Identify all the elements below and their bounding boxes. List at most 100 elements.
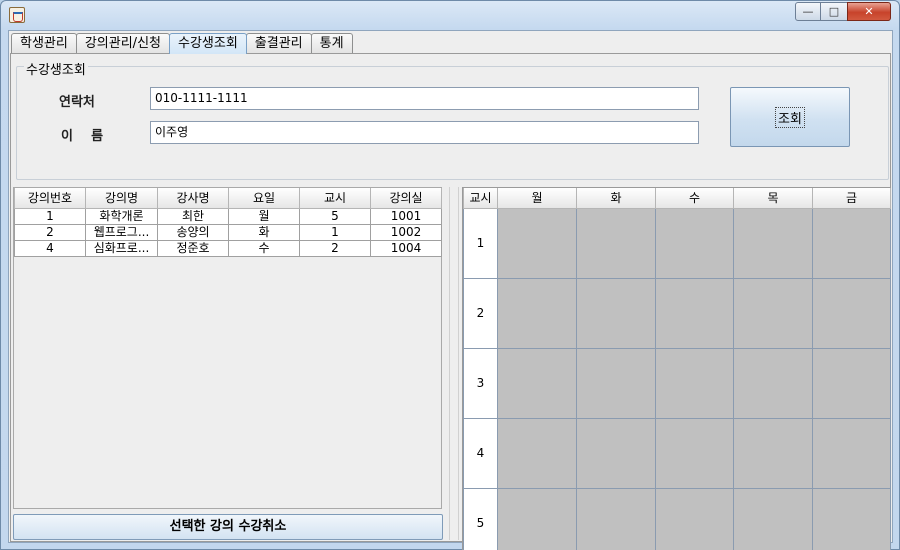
client-area: 학생관리 강의관리/신청 수강생조회 출결관리 통계 수강생조회 연락처 010… — [8, 30, 893, 550]
timetable-slot[interactable] — [655, 417, 734, 489]
timetable-slot[interactable] — [655, 487, 734, 550]
timetable-slot[interactable] — [576, 487, 656, 550]
timetable-slot[interactable] — [497, 347, 577, 419]
timetable-slot[interactable] — [733, 207, 813, 279]
timetable-row: 5 — [463, 487, 891, 550]
search-button[interactable]: 조회 — [730, 87, 850, 147]
search-group: 수강생조회 연락처 010-1111-1111 이 름 이주영 조회 — [16, 59, 889, 180]
timetable-slot[interactable] — [655, 207, 734, 279]
timetable-row: 3 — [463, 347, 891, 419]
table-cell: 1 — [299, 223, 371, 241]
table-cell: 2 — [299, 239, 371, 257]
phone-input[interactable]: 010-1111-1111 — [150, 87, 699, 110]
course-table-header: 강의번호 강의명 강사명 요일 교시 강의실 — [14, 188, 442, 209]
column-header[interactable]: 강의번호 — [14, 188, 86, 209]
timetable-slot[interactable] — [812, 277, 891, 349]
table-cell: 5 — [299, 207, 371, 225]
timetable-slot[interactable] — [497, 277, 577, 349]
timetable-header: 교시 월 화 수 목 금 — [463, 188, 891, 209]
timetable-slot[interactable] — [733, 487, 813, 550]
column-header: 목 — [733, 188, 813, 209]
table-cell: 화학개론 — [85, 207, 158, 225]
app-window: — □ ✕ 학생관리 강의관리/신청 수강생조회 출결관리 통계 수강생조회 연… — [0, 0, 900, 550]
tab-statistics[interactable]: 통계 — [310, 33, 353, 54]
column-header[interactable]: 강의실 — [370, 188, 442, 209]
table-cell: 송양의 — [157, 223, 229, 241]
search-button-label: 조회 — [775, 106, 805, 128]
close-button[interactable]: ✕ — [847, 2, 891, 21]
period-cell: 4 — [463, 417, 498, 489]
timetable-slot[interactable] — [576, 347, 656, 419]
tab-panel: 수강생조회 연락처 010-1111-1111 이 름 이주영 조회 강의번호 … — [10, 53, 891, 550]
timetable-slot[interactable] — [497, 417, 577, 489]
timetable-slot[interactable] — [812, 207, 891, 279]
timetable-row: 2 — [463, 277, 891, 349]
java-app-icon — [9, 7, 25, 23]
column-header: 화 — [576, 188, 656, 209]
column-header[interactable]: 강사명 — [157, 188, 229, 209]
timetable-slot[interactable] — [812, 487, 891, 550]
name-label: 이 름 — [61, 129, 104, 144]
split-divider[interactable] — [449, 187, 459, 540]
tab-enrollee-lookup[interactable]: 수강생조회 — [168, 33, 247, 54]
title-bar[interactable]: — □ ✕ — [1, 1, 899, 29]
phone-label: 연락처 — [59, 95, 95, 110]
column-header[interactable]: 강의명 — [85, 188, 158, 209]
timetable-slot[interactable] — [576, 207, 656, 279]
timetable-slot[interactable] — [655, 347, 734, 419]
table-cell: 2 — [14, 223, 86, 241]
window-controls: — □ ✕ — [795, 2, 891, 21]
timetable-slot[interactable] — [812, 347, 891, 419]
table-cell: 4 — [14, 239, 86, 257]
table-cell: 수 — [228, 239, 300, 257]
table-row[interactable]: 2 웹프로그... 송양의 화 1 1002 — [14, 223, 442, 241]
name-input[interactable]: 이주영 — [150, 121, 699, 144]
timetable-slot[interactable] — [497, 487, 577, 550]
table-row[interactable]: 4 심화프로... 정준호 수 2 1004 — [14, 239, 442, 257]
column-header[interactable]: 교시 — [299, 188, 371, 209]
table-cell: 월 — [228, 207, 300, 225]
tab-bar: 학생관리 강의관리/신청 수강생조회 출결관리 통계 — [11, 33, 353, 54]
timetable-slot[interactable] — [576, 417, 656, 489]
timetable-slot[interactable] — [733, 277, 813, 349]
tab-attendance[interactable]: 출결관리 — [245, 33, 312, 54]
tab-course-management[interactable]: 강의관리/신청 — [75, 33, 170, 54]
timetable-slot[interactable] — [497, 207, 577, 279]
period-cell: 5 — [463, 487, 498, 550]
period-cell: 1 — [463, 207, 498, 279]
table-row[interactable]: 1 화학개론 최한 월 5 1001 — [14, 207, 442, 225]
table-cell: 1001 — [370, 207, 442, 225]
table-cell: 1 — [14, 207, 86, 225]
column-header: 수 — [655, 188, 734, 209]
timetable-row: 1 — [463, 207, 891, 279]
timetable-row: 4 — [463, 417, 891, 489]
period-cell: 2 — [463, 277, 498, 349]
minimize-button[interactable]: — — [795, 2, 821, 21]
course-list-pane: 강의번호 강의명 강사명 요일 교시 강의실 1 화학개론 최한 월 5 100… — [13, 187, 443, 540]
table-cell: 최한 — [157, 207, 229, 225]
tab-student-management[interactable]: 학생관리 — [11, 33, 77, 54]
course-table: 강의번호 강의명 강사명 요일 교시 강의실 1 화학개론 최한 월 5 100… — [14, 188, 442, 257]
timetable-slot[interactable] — [655, 277, 734, 349]
period-cell: 3 — [463, 347, 498, 419]
table-cell: 심화프로... — [85, 239, 158, 257]
column-header: 금 — [812, 188, 891, 209]
column-header: 월 — [497, 188, 577, 209]
cancel-enrollment-button[interactable]: 선택한 강의 수강취소 — [13, 514, 443, 540]
timetable-pane: 교시 월 화 수 목 금 1 2 3 4 5 — [462, 187, 891, 550]
table-cell: 1002 — [370, 223, 442, 241]
table-cell: 화 — [228, 223, 300, 241]
course-table-scrollpane[interactable]: 강의번호 강의명 강사명 요일 교시 강의실 1 화학개론 최한 월 5 100… — [13, 187, 442, 509]
timetable-slot[interactable] — [576, 277, 656, 349]
timetable-slot[interactable] — [812, 417, 891, 489]
timetable: 교시 월 화 수 목 금 1 2 3 4 5 — [463, 188, 891, 550]
table-cell: 웹프로그... — [85, 223, 158, 241]
timetable-slot[interactable] — [733, 347, 813, 419]
column-header[interactable]: 요일 — [228, 188, 300, 209]
maximize-button[interactable]: □ — [821, 2, 847, 21]
timetable-slot[interactable] — [733, 417, 813, 489]
column-header: 교시 — [463, 188, 498, 209]
table-cell: 1004 — [370, 239, 442, 257]
table-cell: 정준호 — [157, 239, 229, 257]
group-title: 수강생조회 — [24, 59, 88, 78]
